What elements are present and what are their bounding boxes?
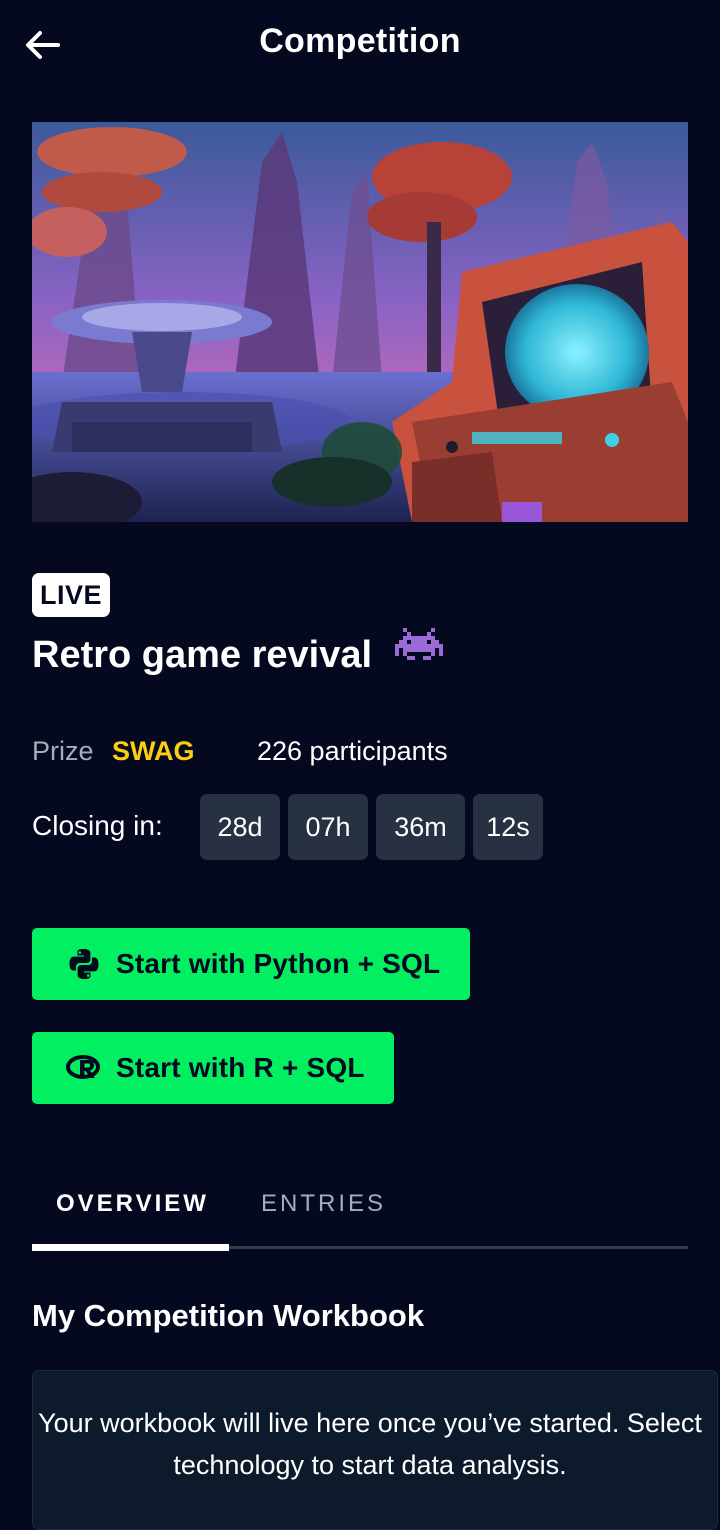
start-python-sql-label: Start with Python + SQL [116, 948, 441, 979]
workbook-section-title: My Competition Workbook [32, 1298, 425, 1333]
competition-title: Retro game revival [32, 634, 373, 676]
python-icon [66, 946, 102, 982]
tab-overview[interactable]: OVERVIEW [56, 1190, 209, 1218]
competition-title-row: Retro game revival [32, 627, 443, 678]
countdown-days: 28d [200, 794, 280, 860]
countdown-hours: 07h [288, 794, 368, 860]
countdown-seconds: 12s [473, 794, 543, 860]
participants-count: 226 participants [257, 736, 448, 766]
alien-monster-icon [394, 627, 443, 678]
app-header: Competition [0, 0, 720, 90]
status-badge: LIVE [32, 573, 110, 617]
workbook-empty-message: Your workbook will live here once you’ve… [38, 1408, 702, 1480]
active-tab-indicator [32, 1244, 229, 1251]
prize-value: SWAG [112, 736, 195, 766]
start-python-sql-button[interactable]: Start with Python + SQL [32, 928, 470, 1000]
prize-label: Prize [32, 736, 94, 766]
start-r-sql-label: Start with R + SQL [116, 1052, 365, 1083]
tab-entries[interactable]: ENTRIES [261, 1190, 386, 1218]
closing-label: Closing in: [32, 810, 163, 841]
competition-hero-image [32, 122, 688, 522]
r-language-icon [66, 1050, 102, 1086]
start-r-sql-button[interactable]: Start with R + SQL [32, 1032, 394, 1104]
countdown-minutes: 36m [376, 794, 465, 860]
page-title: Competition [259, 22, 461, 60]
